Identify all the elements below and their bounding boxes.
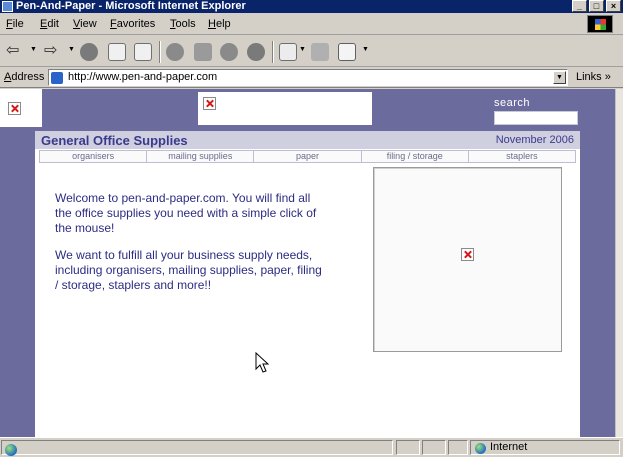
media-icon[interactable]	[247, 43, 265, 61]
zone-label: Internet	[490, 441, 528, 453]
page-icon	[51, 72, 63, 84]
window-title: Pen-And-Paper - Microsoft Internet Explo…	[16, 0, 246, 12]
nav-mailing-supplies[interactable]: mailing supplies	[147, 151, 255, 162]
search-label: search	[494, 97, 531, 109]
ie-status-icon	[5, 444, 17, 456]
mail-icon[interactable]	[279, 43, 297, 61]
status-cell	[396, 440, 420, 455]
favorites-icon[interactable]	[194, 43, 212, 61]
search-input[interactable]	[494, 111, 578, 125]
welcome-paragraph: We want to fulfill all your business sup…	[55, 248, 322, 292]
menu-tools[interactable]: Tools	[170, 18, 196, 30]
status-bar: Internet	[0, 437, 623, 457]
content-panel: General Office Supplies November 2006 or…	[35, 131, 580, 437]
header-band: General Office Supplies November 2006	[35, 131, 580, 149]
globe-icon	[475, 443, 486, 454]
toolbar-separator	[272, 41, 274, 63]
address-dropdown-icon[interactable]: ▼	[553, 71, 566, 84]
nav-organisers[interactable]: organisers	[40, 151, 148, 162]
back-dropdown-icon[interactable]: ▼	[30, 46, 37, 53]
history-icon[interactable]	[220, 43, 238, 61]
broken-image-icon	[203, 97, 216, 110]
menu-bar: File Edit View Favorites Tools Help	[0, 13, 623, 35]
menu-file[interactable]: File	[6, 18, 24, 30]
category-nav: organisers mailing supplies paper filing…	[39, 150, 576, 163]
search-icon[interactable]	[166, 43, 184, 61]
banner-image	[198, 92, 372, 125]
web-page: search General Office Supplies November …	[0, 89, 615, 437]
mouse-cursor-icon	[255, 352, 270, 373]
browser-window: Pen-And-Paper - Microsoft Internet Explo…	[0, 0, 623, 457]
address-url[interactable]: http://www.pen-and-paper.com	[68, 71, 217, 83]
mail-dropdown-icon[interactable]: ▼	[299, 46, 306, 53]
broken-image-icon	[461, 248, 474, 261]
back-icon[interactable]: ⇦	[6, 42, 19, 60]
home-icon[interactable]	[134, 43, 152, 61]
minimize-button[interactable]: _	[572, 0, 587, 12]
refresh-icon[interactable]	[108, 43, 126, 61]
menu-view[interactable]: View	[73, 18, 97, 30]
security-zone: Internet	[470, 440, 620, 455]
windows-logo-icon	[587, 15, 613, 33]
menu-favorites[interactable]: Favorites	[110, 18, 155, 30]
title-bar: Pen-And-Paper - Microsoft Internet Explo…	[0, 0, 623, 13]
address-label: Address	[4, 71, 45, 83]
vertical-scrollbar[interactable]	[615, 89, 623, 437]
address-bar: Address http://www.pen-and-paper.com ▼ L…	[0, 67, 623, 88]
menu-edit[interactable]: Edit	[40, 18, 59, 30]
address-input[interactable]: http://www.pen-and-paper.com ▼	[48, 69, 568, 86]
forward-dropdown-icon[interactable]: ▼	[68, 46, 75, 53]
page-date: November 2006	[495, 134, 574, 146]
window-controls: _ □ ×	[572, 0, 621, 13]
maximize-button[interactable]: □	[589, 0, 604, 12]
nav-paper[interactable]: paper	[254, 151, 362, 162]
menu-help[interactable]: Help	[208, 18, 231, 30]
ie-app-icon	[2, 1, 13, 12]
print-icon[interactable]	[311, 43, 329, 61]
forward-icon[interactable]: ⇨	[44, 42, 57, 60]
edit-icon[interactable]	[338, 43, 356, 61]
links-button[interactable]: Links »	[576, 71, 611, 83]
edit-dropdown-icon[interactable]: ▼	[362, 46, 369, 53]
site-logo	[0, 89, 42, 127]
nav-filing-storage[interactable]: filing / storage	[362, 151, 469, 162]
nav-staplers[interactable]: staplers	[469, 151, 575, 162]
toolbar-separator	[159, 41, 161, 63]
welcome-text: Welcome to pen-and-paper.com. You will f…	[55, 191, 325, 305]
status-cell	[448, 440, 468, 455]
product-image-panel	[373, 167, 562, 352]
close-button[interactable]: ×	[606, 0, 621, 12]
status-cell	[422, 440, 446, 455]
welcome-paragraph: Welcome to pen-and-paper.com. You will f…	[55, 191, 317, 235]
stop-icon[interactable]	[80, 43, 98, 61]
page-title: General Office Supplies	[41, 133, 188, 148]
status-message	[1, 440, 393, 456]
toolbar: ⇦ ▼ ⇨ ▼ ▼ ▼	[0, 36, 623, 67]
broken-image-icon	[8, 102, 21, 115]
